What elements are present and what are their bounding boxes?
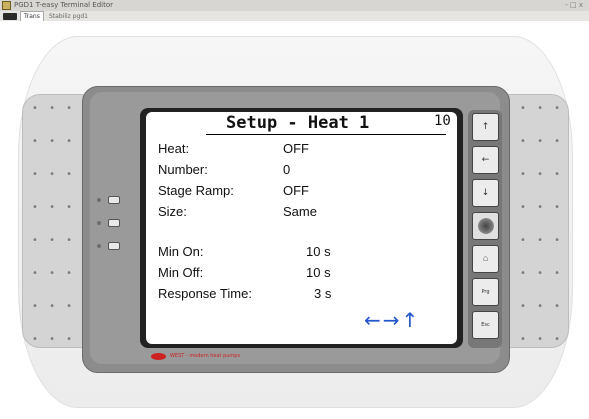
vent-dots-left: • • • xyxy=(32,334,77,345)
vent-dots-left: • • • xyxy=(32,136,77,147)
led-indicator xyxy=(97,198,101,202)
stage-ramp-label: Stage Ramp: xyxy=(158,183,234,198)
response-time-value[interactable]: 3 s xyxy=(314,286,331,302)
arrow-down-icon: ↓ xyxy=(481,188,490,198)
stage-ramp-value[interactable]: OFF xyxy=(283,183,309,199)
vent-dots-left: • • • xyxy=(32,268,77,279)
up-button[interactable]: ↑ xyxy=(472,113,499,141)
esc-label: Esc xyxy=(481,322,490,328)
arrow-up-icon: ↑ xyxy=(481,122,490,132)
window-title: PGD1 T-easy Terminal Editor xyxy=(14,1,114,9)
home-button[interactable]: ⌂ xyxy=(472,245,499,273)
screen-title: Setup - Heat 1 xyxy=(226,113,370,133)
vent-dots-right: • • • xyxy=(520,136,565,147)
brand-logo xyxy=(151,353,166,360)
led-power xyxy=(108,242,120,250)
vent-dots-right: • • • xyxy=(520,268,565,279)
brand-text: WEST - modern heat pumps xyxy=(170,353,241,359)
number-value[interactable]: 0 xyxy=(283,162,290,178)
size-value[interactable]: Same xyxy=(283,204,317,220)
heat-value[interactable]: OFF xyxy=(283,141,309,157)
navigation-arrows-icon: ←→↑ xyxy=(364,308,421,332)
app-icon xyxy=(2,1,11,10)
page-number: 10 xyxy=(434,113,451,129)
response-time-label: Response Time: xyxy=(158,286,252,301)
tab-trans[interactable]: Trans xyxy=(20,11,44,21)
heat-label: Heat: xyxy=(158,141,190,156)
left-button[interactable]: ← xyxy=(472,146,499,174)
led-indicator xyxy=(97,244,101,248)
tab-stabiliz[interactable]: Stabiliz pgd1 xyxy=(46,12,91,21)
vent-dots-right: • • • xyxy=(520,169,565,180)
min-off-value[interactable]: 10 s xyxy=(306,265,331,281)
vent-dots-right: • • • xyxy=(520,301,565,312)
tab-strip: Trans Stabiliz pgd1 xyxy=(0,11,589,21)
dial-button[interactable] xyxy=(472,212,499,240)
vent-dots-left: • • • xyxy=(32,202,77,213)
lcd-display: Setup - Heat 1 10 Heat: OFF Number: 0 St… xyxy=(146,112,457,344)
led-alarm xyxy=(108,196,120,204)
min-off-label: Min Off: xyxy=(158,265,204,280)
vent-dots-right: • • • xyxy=(520,235,565,246)
vent-dots-left: • • • xyxy=(32,103,77,114)
prg-label: Prg xyxy=(481,289,490,295)
vent-dots-right: • • • xyxy=(520,334,565,345)
vent-dots-right: • • • xyxy=(520,202,565,213)
arrow-left-icon: ← xyxy=(481,155,490,165)
led-indicator xyxy=(97,221,101,225)
esc-button[interactable]: Esc xyxy=(472,311,499,339)
prg-button[interactable]: Prg xyxy=(472,278,499,306)
size-label: Size: xyxy=(158,204,187,219)
led-status xyxy=(108,219,120,227)
vent-dots-left: • • • xyxy=(32,169,77,180)
vent-dots-left: • • • xyxy=(32,301,77,312)
vent-dots-left: • • • xyxy=(32,235,77,246)
home-icon: ⌂ xyxy=(482,254,489,264)
terminal-icon[interactable] xyxy=(3,13,17,20)
vent-dots-right: • • • xyxy=(520,103,565,114)
min-on-value[interactable]: 10 s xyxy=(306,244,331,260)
number-label: Number: xyxy=(158,162,208,177)
window-controls[interactable]: - □ x xyxy=(565,0,583,11)
dial-knob-icon xyxy=(478,218,494,234)
min-on-label: Min On: xyxy=(158,244,204,259)
title-underline xyxy=(206,134,446,135)
down-button[interactable]: ↓ xyxy=(472,179,499,207)
